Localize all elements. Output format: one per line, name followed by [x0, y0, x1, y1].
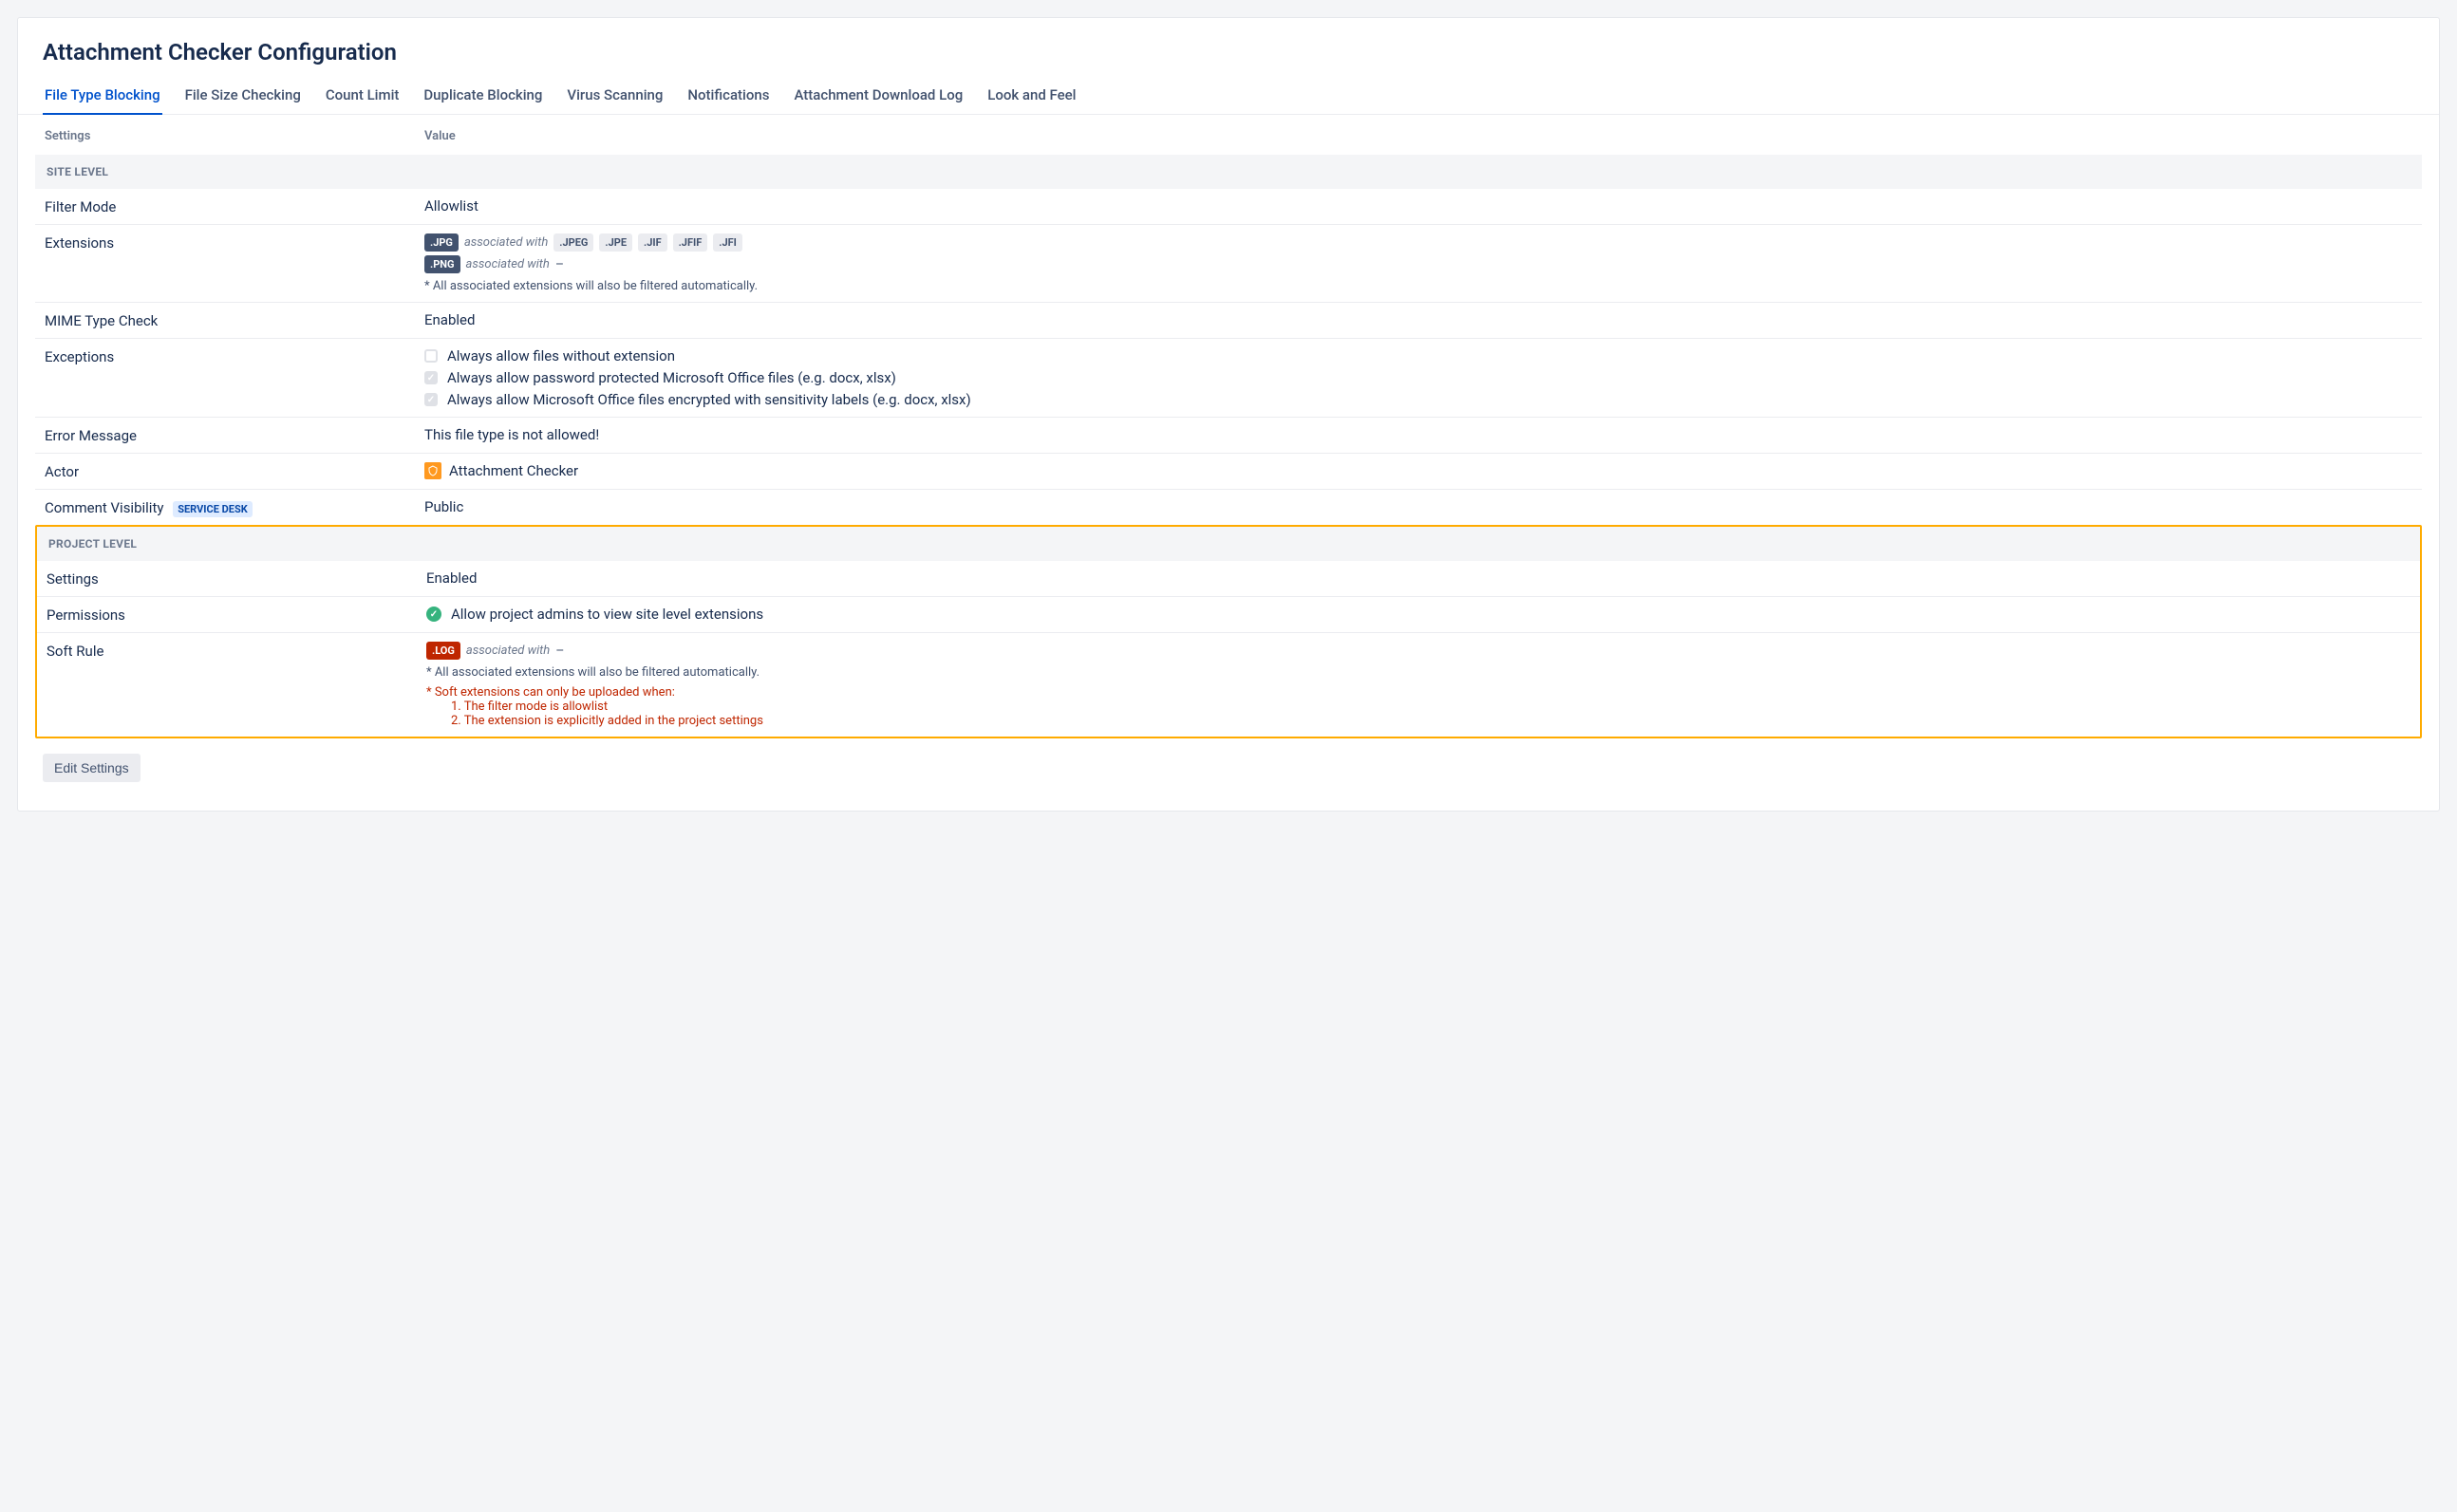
th-settings: Settings [45, 129, 424, 143]
ext-tag-primary: .JPG [424, 233, 459, 252]
exception-text: Always allow files without extension [447, 347, 675, 364]
tab-bar: File Type Blocking File Size Checking Coun… [18, 79, 2439, 115]
table-header-row: Settings Value [35, 124, 2422, 155]
soft-rule-red-2: 2. The extension is explicitly added in … [426, 714, 2410, 728]
permissions-text: Allow project admins to view site level … [451, 606, 763, 623]
ext-tag-assoc: .JPEG [553, 233, 593, 252]
comment-visibility-text: Comment Visibility [45, 499, 163, 516]
ext-tag-assoc: .JPE [599, 233, 632, 252]
label-filter-mode: Filter Mode [45, 197, 424, 215]
actor-name: Attachment Checker [449, 462, 578, 479]
assoc-text: associated with [464, 235, 548, 250]
assoc-none: – [555, 257, 564, 272]
checkbox-icon[interactable] [424, 393, 438, 406]
value-error-message: This file type is not allowed! [424, 426, 2412, 443]
edit-settings-button[interactable]: Edit Settings [43, 754, 141, 782]
value-extensions: .JPGassociated with.JPEG.JPE.JIF.JFIF.JF… [424, 233, 2412, 293]
check-circle-icon [426, 607, 441, 622]
row-soft-rule: Soft Rule .LOG associated with – * All a… [37, 633, 2420, 737]
value-exceptions: Always allow files without extension Alwa… [424, 347, 2412, 408]
page-title: Attachment Checker Configuration [18, 39, 2439, 79]
assoc-text: associated with [466, 257, 550, 271]
extensions-footnote: * All associated extensions will also be… [424, 279, 2412, 293]
assoc-text: associated with [466, 644, 550, 658]
checkbox-icon[interactable] [424, 371, 438, 384]
row-error-message: Error Message This file type is not allo… [35, 418, 2422, 454]
project-level-block: PROJECT LEVEL Settings Enabled Permissio… [35, 525, 2422, 738]
label-error-message: Error Message [45, 426, 424, 444]
row-actor: Actor Attachment Checker [35, 454, 2422, 490]
config-panel: Attachment Checker Configuration File Ty… [17, 17, 2440, 812]
row-filter-mode: Filter Mode Allowlist [35, 189, 2422, 225]
soft-rule-red-1: 1. The filter mode is allowlist [426, 700, 2410, 714]
label-actor: Actor [45, 462, 424, 480]
tab-file-size-checking[interactable]: File Size Checking [183, 79, 303, 115]
checkbox-icon[interactable] [424, 349, 438, 363]
label-soft-rule: Soft Rule [47, 642, 426, 660]
row-comment-visibility: Comment Visibility SERVICE DESK Public [35, 490, 2422, 525]
ext-tag-assoc: .JFIF [673, 233, 708, 252]
ext-tag-log: .LOG [426, 642, 460, 660]
label-project-settings: Settings [47, 569, 426, 588]
ext-tag-assoc: .JFI [713, 233, 742, 252]
tab-virus-scanning[interactable]: Virus Scanning [565, 79, 665, 115]
section-project-level: PROJECT LEVEL [37, 527, 2420, 561]
exception-item: Always allow Microsoft Office files encr… [424, 391, 2412, 408]
row-exceptions: Exceptions Always allow files without ex… [35, 339, 2422, 418]
service-desk-badge: SERVICE DESK [173, 501, 253, 517]
th-value: Value [424, 129, 2412, 143]
label-mime: MIME Type Check [45, 311, 424, 329]
assoc-none: – [555, 644, 564, 659]
tab-notifications[interactable]: Notifications [685, 79, 771, 115]
exception-text: Always allow password protected Microsof… [447, 369, 896, 386]
soft-rule-red-intro: * Soft extensions can only be uploaded w… [426, 685, 2410, 700]
value-soft-rule: .LOG associated with – * All associated … [426, 642, 2410, 728]
tab-count-limit[interactable]: Count Limit [324, 79, 402, 115]
exception-text: Always allow Microsoft Office files encr… [447, 391, 971, 408]
value-permissions: Allow project admins to view site level … [426, 606, 2410, 623]
ext-tag-primary: .PNG [424, 255, 460, 273]
row-permissions: Permissions Allow project admins to view… [37, 597, 2420, 633]
shield-icon [424, 462, 441, 479]
section-site-level: SITE LEVEL [35, 155, 2422, 189]
ext-tag-assoc: .JIF [638, 233, 667, 252]
soft-rule-footnote: * All associated extensions will also be… [426, 665, 2410, 680]
tab-file-type-blocking[interactable]: File Type Blocking [43, 79, 162, 115]
value-mime: Enabled [424, 311, 2412, 328]
row-extensions: Extensions .JPGassociated with.JPEG.JPE.… [35, 225, 2422, 303]
tab-duplicate-blocking[interactable]: Duplicate Blocking [422, 79, 544, 115]
exception-item: Always allow password protected Microsof… [424, 369, 2412, 386]
label-comment-visibility: Comment Visibility SERVICE DESK [45, 498, 424, 516]
label-exceptions: Exceptions [45, 347, 424, 365]
value-project-settings: Enabled [426, 569, 2410, 587]
row-mime: MIME Type Check Enabled [35, 303, 2422, 339]
value-comment-visibility: Public [424, 498, 2412, 515]
value-filter-mode: Allowlist [424, 197, 2412, 215]
value-actor: Attachment Checker [424, 462, 2412, 479]
label-permissions: Permissions [47, 606, 426, 624]
exception-item: Always allow files without extension [424, 347, 2412, 364]
row-project-settings: Settings Enabled [37, 561, 2420, 597]
tab-look-and-feel[interactable]: Look and Feel [985, 79, 1078, 115]
tab-attachment-download-log[interactable]: Attachment Download Log [792, 79, 965, 115]
label-extensions: Extensions [45, 233, 424, 252]
settings-table: Settings Value SITE LEVEL Filter Mode Al… [35, 124, 2422, 525]
